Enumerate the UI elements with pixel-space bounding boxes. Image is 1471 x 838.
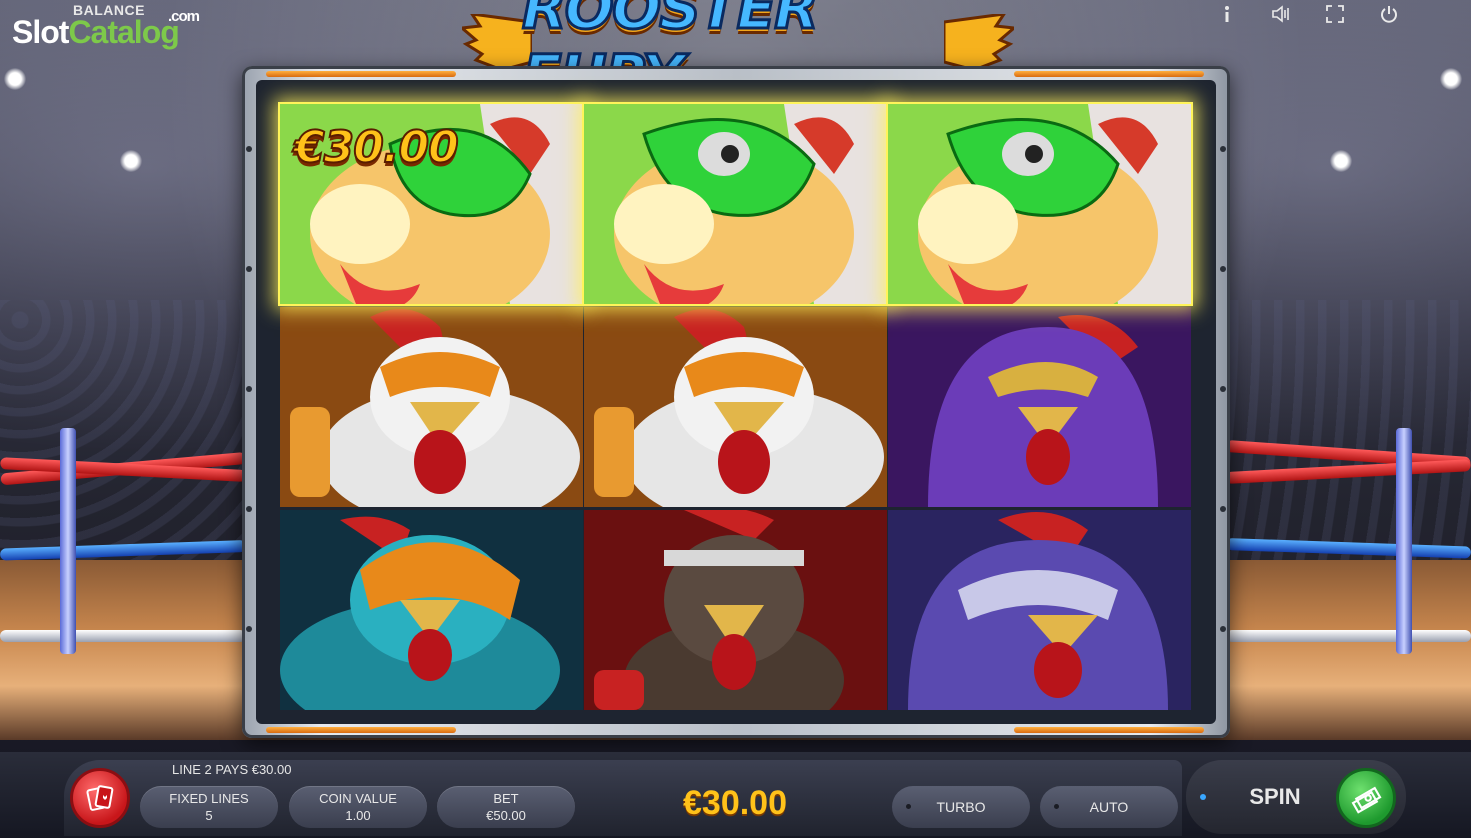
reel-symbol-orange-white-rooster — [584, 307, 887, 507]
spin-indicator — [1200, 794, 1206, 800]
spotlight — [4, 68, 26, 90]
spotlight — [120, 150, 142, 172]
sound-icon[interactable] — [1269, 0, 1293, 28]
turbo-toggle[interactable]: TURBO — [892, 786, 1030, 828]
ring-post — [1396, 428, 1412, 654]
fixed-lines-display: FIXED LINES 5 — [140, 786, 278, 828]
spotlight — [1440, 68, 1462, 90]
paytable-button[interactable] — [70, 768, 130, 828]
reel-symbol-green-mask-rooster: €30.00 — [278, 102, 585, 306]
coin-value: 1.00 — [345, 808, 371, 823]
reel-symbol-purple-hood-rooster — [888, 307, 1191, 507]
ring-rope — [0, 630, 246, 642]
info-icon[interactable] — [1215, 0, 1239, 28]
cards-icon — [86, 785, 114, 811]
watermark-suffix: .com — [168, 8, 200, 25]
coin-value-selector[interactable]: COIN VALUE 1.00 — [289, 786, 427, 828]
fixed-lines-label: FIXED LINES — [169, 791, 249, 806]
auto-label: AUTO — [1089, 799, 1129, 815]
win-amount-label: €30.00 — [293, 121, 460, 174]
reel-symbol-blue-mask-rooster — [888, 510, 1191, 710]
ring-rope — [1226, 630, 1471, 642]
top-toolbar — [1215, 0, 1401, 30]
ring-post — [60, 428, 76, 654]
watermark-part2: Catalog — [68, 14, 179, 50]
spotlight — [1330, 150, 1352, 172]
reel-symbol-green-mask-rooster — [886, 102, 1193, 306]
watermark: SlotCatalog .com — [12, 8, 200, 51]
auto-toggle[interactable]: AUTO — [1040, 786, 1178, 828]
fullscreen-icon[interactable] — [1323, 0, 1347, 28]
bet-selector[interactable]: BET €50.00 — [437, 786, 575, 828]
spin-label[interactable]: SPIN — [1234, 784, 1316, 810]
spin-button[interactable] — [1336, 768, 1396, 828]
line-pays-text: LINE 2 PAYS €30.00 — [172, 762, 292, 777]
turbo-indicator — [906, 804, 911, 809]
reel-symbol-orange-white-rooster — [280, 307, 583, 507]
reel-symbol-green-mask-rooster — [582, 102, 889, 306]
right-wing-icon — [944, 14, 1014, 70]
fixed-lines-value: 5 — [205, 808, 213, 823]
reel-grid: €30.00 — [278, 102, 1193, 710]
reel-symbol-red-headband-rooster — [584, 510, 887, 710]
total-win-display: €30.00 — [683, 784, 787, 822]
bet-value: €50.00 — [486, 808, 526, 823]
coin-value-label: COIN VALUE — [319, 791, 397, 806]
power-icon[interactable] — [1377, 0, 1401, 28]
money-stack-icon — [1351, 786, 1382, 814]
bet-label: BET — [493, 791, 519, 806]
turbo-label: TURBO — [936, 799, 986, 815]
reel-symbol-teal-helmet-rooster — [280, 510, 583, 710]
watermark-part1: Slot — [12, 14, 69, 50]
auto-indicator — [1054, 804, 1059, 809]
